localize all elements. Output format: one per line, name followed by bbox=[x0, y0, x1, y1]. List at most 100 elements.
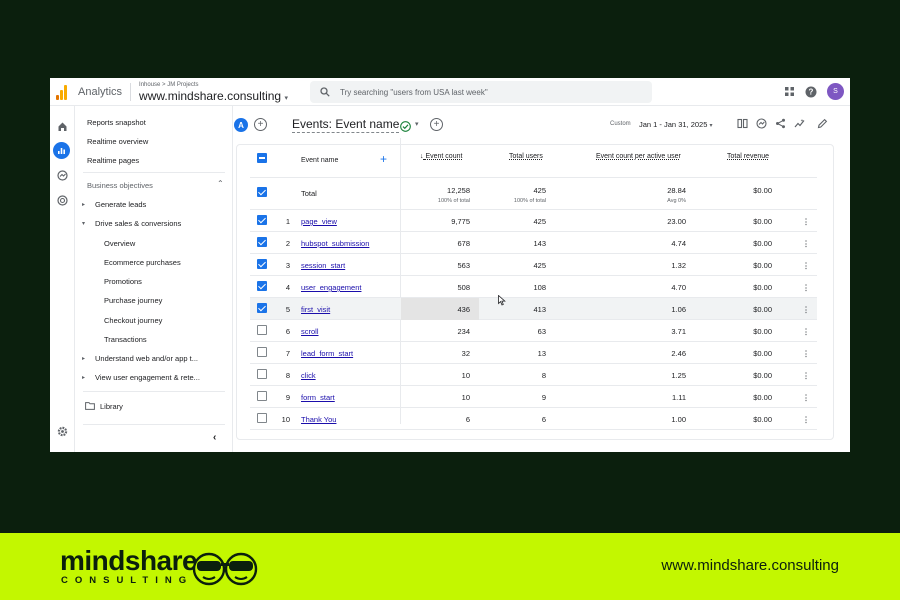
home-icon[interactable] bbox=[55, 119, 69, 133]
website-url[interactable]: www.mindshare.consulting bbox=[661, 557, 839, 574]
report-header: A + Events: Event name ▾ + Custom Jan 1 … bbox=[234, 116, 850, 136]
row-checkbox[interactable] bbox=[257, 237, 267, 247]
admin-settings-icon[interactable] bbox=[55, 424, 69, 438]
insights-gauge-icon[interactable] bbox=[756, 118, 767, 129]
search-input[interactable]: Try searching "users from USA last week" bbox=[310, 81, 652, 103]
column-header-total-revenue[interactable]: Total revenue bbox=[727, 153, 769, 160]
nav-item-library[interactable]: Library bbox=[100, 402, 123, 411]
event-name-link[interactable]: session_start bbox=[301, 261, 345, 270]
event-count-value: 9,775 bbox=[451, 217, 470, 226]
nav-item-overview[interactable]: Overview bbox=[104, 239, 135, 248]
check-circle-icon[interactable] bbox=[400, 119, 411, 137]
nav-item-realtime-overview[interactable]: Realtime overview bbox=[87, 137, 148, 146]
brand-mascot-icon bbox=[192, 552, 258, 586]
table-row[interactable]: 3 session_start 563 425 1.32 $0.00 ⋮ bbox=[250, 254, 817, 276]
property-selector[interactable]: Inhouse > JM Projects www.mindshare.cons… bbox=[139, 82, 288, 102]
column-header-event-count-per-user[interactable]: Event count per active user bbox=[596, 153, 681, 160]
nav-item-promotions[interactable]: Promotions bbox=[104, 277, 142, 286]
row-checkbox[interactable] bbox=[257, 413, 267, 423]
nav-item-ecommerce-purchases[interactable]: Ecommerce purchases bbox=[104, 258, 181, 267]
nav-item-realtime-pages[interactable]: Realtime pages bbox=[87, 156, 139, 165]
event-name-link[interactable]: Thank You bbox=[301, 415, 336, 424]
table-row[interactable]: 10 Thank You 6 6 1.00 $0.00 ⋮ bbox=[250, 408, 817, 430]
event-name-link[interactable]: page_view bbox=[301, 217, 337, 226]
table-row[interactable]: 5 first_visit 436 413 1.06 $0.00 ⋮ bbox=[250, 298, 817, 320]
row-more-vert-icon[interactable]: ⋮ bbox=[802, 393, 810, 402]
row-more-vert-icon[interactable]: ⋮ bbox=[802, 349, 810, 358]
advertising-icon[interactable] bbox=[55, 193, 69, 207]
nav-group-view-user-engagement[interactable]: View user engagement & rete... bbox=[95, 373, 200, 382]
row-checkbox[interactable] bbox=[257, 347, 267, 357]
row-checkbox[interactable] bbox=[257, 325, 267, 335]
event-name-link[interactable]: hubspot_submission bbox=[301, 239, 369, 248]
column-header-total-users[interactable]: Total users bbox=[509, 153, 543, 160]
column-header-event-name[interactable]: Event name bbox=[301, 157, 338, 164]
nav-group-understand-web[interactable]: Understand web and/or app t... bbox=[95, 354, 198, 363]
nav-section-business-objectives[interactable]: Business objectives bbox=[87, 181, 153, 190]
compare-columns-icon[interactable] bbox=[737, 118, 748, 129]
row-more-vert-icon[interactable]: ⋮ bbox=[802, 305, 810, 314]
chevron-down-icon[interactable]: ▾ bbox=[415, 120, 419, 128]
table-row[interactable]: 8 click 10 8 1.25 $0.00 ⋮ bbox=[250, 364, 817, 386]
table-header: Event name + ↓ Event count Total users E… bbox=[250, 148, 817, 178]
table-row[interactable]: 2 hubspot_submission 678 143 4.74 $0.00 ⋮ bbox=[250, 232, 817, 254]
row-more-vert-icon[interactable]: ⋮ bbox=[802, 239, 810, 248]
row-more-vert-icon[interactable]: ⋮ bbox=[802, 371, 810, 380]
row-checkbox[interactable] bbox=[257, 391, 267, 401]
add-report-icon[interactable]: + bbox=[430, 118, 443, 131]
nav-item-checkout-journey[interactable]: Checkout journey bbox=[104, 316, 162, 325]
nav-item-reports-snapshot[interactable]: Reports snapshot bbox=[87, 118, 146, 127]
insights-trend-icon[interactable] bbox=[794, 118, 805, 129]
total-per-user: 28.84 bbox=[667, 186, 686, 195]
row-checkbox[interactable] bbox=[257, 259, 267, 269]
row-index: 8 bbox=[285, 371, 290, 380]
total-users-sub: 100% of total bbox=[513, 198, 546, 204]
row-more-vert-icon[interactable]: ⋮ bbox=[802, 283, 810, 292]
collapse-chevron-left-icon[interactable]: ‹ bbox=[213, 432, 216, 443]
row-checkbox[interactable] bbox=[257, 281, 267, 291]
row-more-vert-icon[interactable]: ⋮ bbox=[802, 217, 810, 226]
column-header-event-count[interactable]: ↓ Event count bbox=[420, 153, 462, 160]
per-user-value: 4.70 bbox=[671, 283, 686, 292]
total-users-value: 6 bbox=[541, 415, 546, 424]
event-name-link[interactable]: first_visit bbox=[301, 305, 330, 314]
row-checkbox[interactable] bbox=[257, 369, 267, 379]
table-row[interactable]: 6 scroll 234 63 3.71 $0.00 ⋮ bbox=[250, 320, 817, 342]
explore-icon[interactable] bbox=[55, 168, 69, 182]
chevron-up-icon[interactable]: ⌃ bbox=[217, 179, 224, 188]
comparison-badge[interactable]: A bbox=[234, 118, 248, 132]
table-row[interactable]: 4 user_engagement 508 108 4.70 $0.00 ⋮ bbox=[250, 276, 817, 298]
nav-item-transactions[interactable]: Transactions bbox=[104, 335, 147, 344]
table-row[interactable]: 1 page_view 9,775 425 23.00 $0.00 ⋮ bbox=[250, 210, 817, 232]
select-all-checkbox[interactable] bbox=[257, 153, 267, 163]
row-checkbox[interactable] bbox=[257, 215, 267, 225]
row-index: 9 bbox=[285, 393, 290, 402]
row-more-vert-icon[interactable]: ⋮ bbox=[802, 415, 810, 424]
table-row[interactable]: 7 lead_form_start 32 13 2.46 $0.00 ⋮ bbox=[250, 342, 817, 364]
reports-icon[interactable] bbox=[53, 142, 70, 159]
event-name-link[interactable]: form_start bbox=[301, 393, 335, 402]
nav-group-generate-leads[interactable]: Generate leads bbox=[95, 200, 146, 209]
share-icon[interactable] bbox=[775, 118, 786, 129]
apps-grid-icon[interactable] bbox=[784, 86, 795, 97]
date-range-picker[interactable]: Jan 1 - Jan 31, 2025 ▾ bbox=[639, 120, 713, 129]
nav-group-drive-sales[interactable]: Drive sales & conversions bbox=[95, 219, 181, 228]
help-icon[interactable]: ? bbox=[805, 86, 817, 98]
column-header-event-count-label: Event count bbox=[425, 153, 463, 160]
event-name-link[interactable]: click bbox=[301, 371, 316, 380]
revenue-value: $0.00 bbox=[753, 261, 772, 270]
add-comparison-icon[interactable]: + bbox=[254, 118, 267, 131]
analytics-logo-icon bbox=[56, 84, 70, 100]
nav-item-purchase-journey[interactable]: Purchase journey bbox=[104, 296, 162, 305]
event-name-link[interactable]: lead_form_start bbox=[301, 349, 353, 358]
event-name-link[interactable]: scroll bbox=[301, 327, 319, 336]
edit-pencil-icon[interactable] bbox=[817, 118, 828, 129]
add-dimension-icon[interactable]: + bbox=[380, 152, 387, 166]
row-more-vert-icon[interactable]: ⋮ bbox=[802, 261, 810, 270]
row-checkbox[interactable] bbox=[257, 303, 267, 313]
row-more-vert-icon[interactable]: ⋮ bbox=[802, 327, 810, 336]
avatar[interactable]: S bbox=[827, 83, 844, 100]
event-name-link[interactable]: user_engagement bbox=[301, 283, 361, 292]
total-row-checkbox[interactable] bbox=[257, 187, 267, 197]
table-row[interactable]: 9 form_start 10 9 1.11 $0.00 ⋮ bbox=[250, 386, 817, 408]
